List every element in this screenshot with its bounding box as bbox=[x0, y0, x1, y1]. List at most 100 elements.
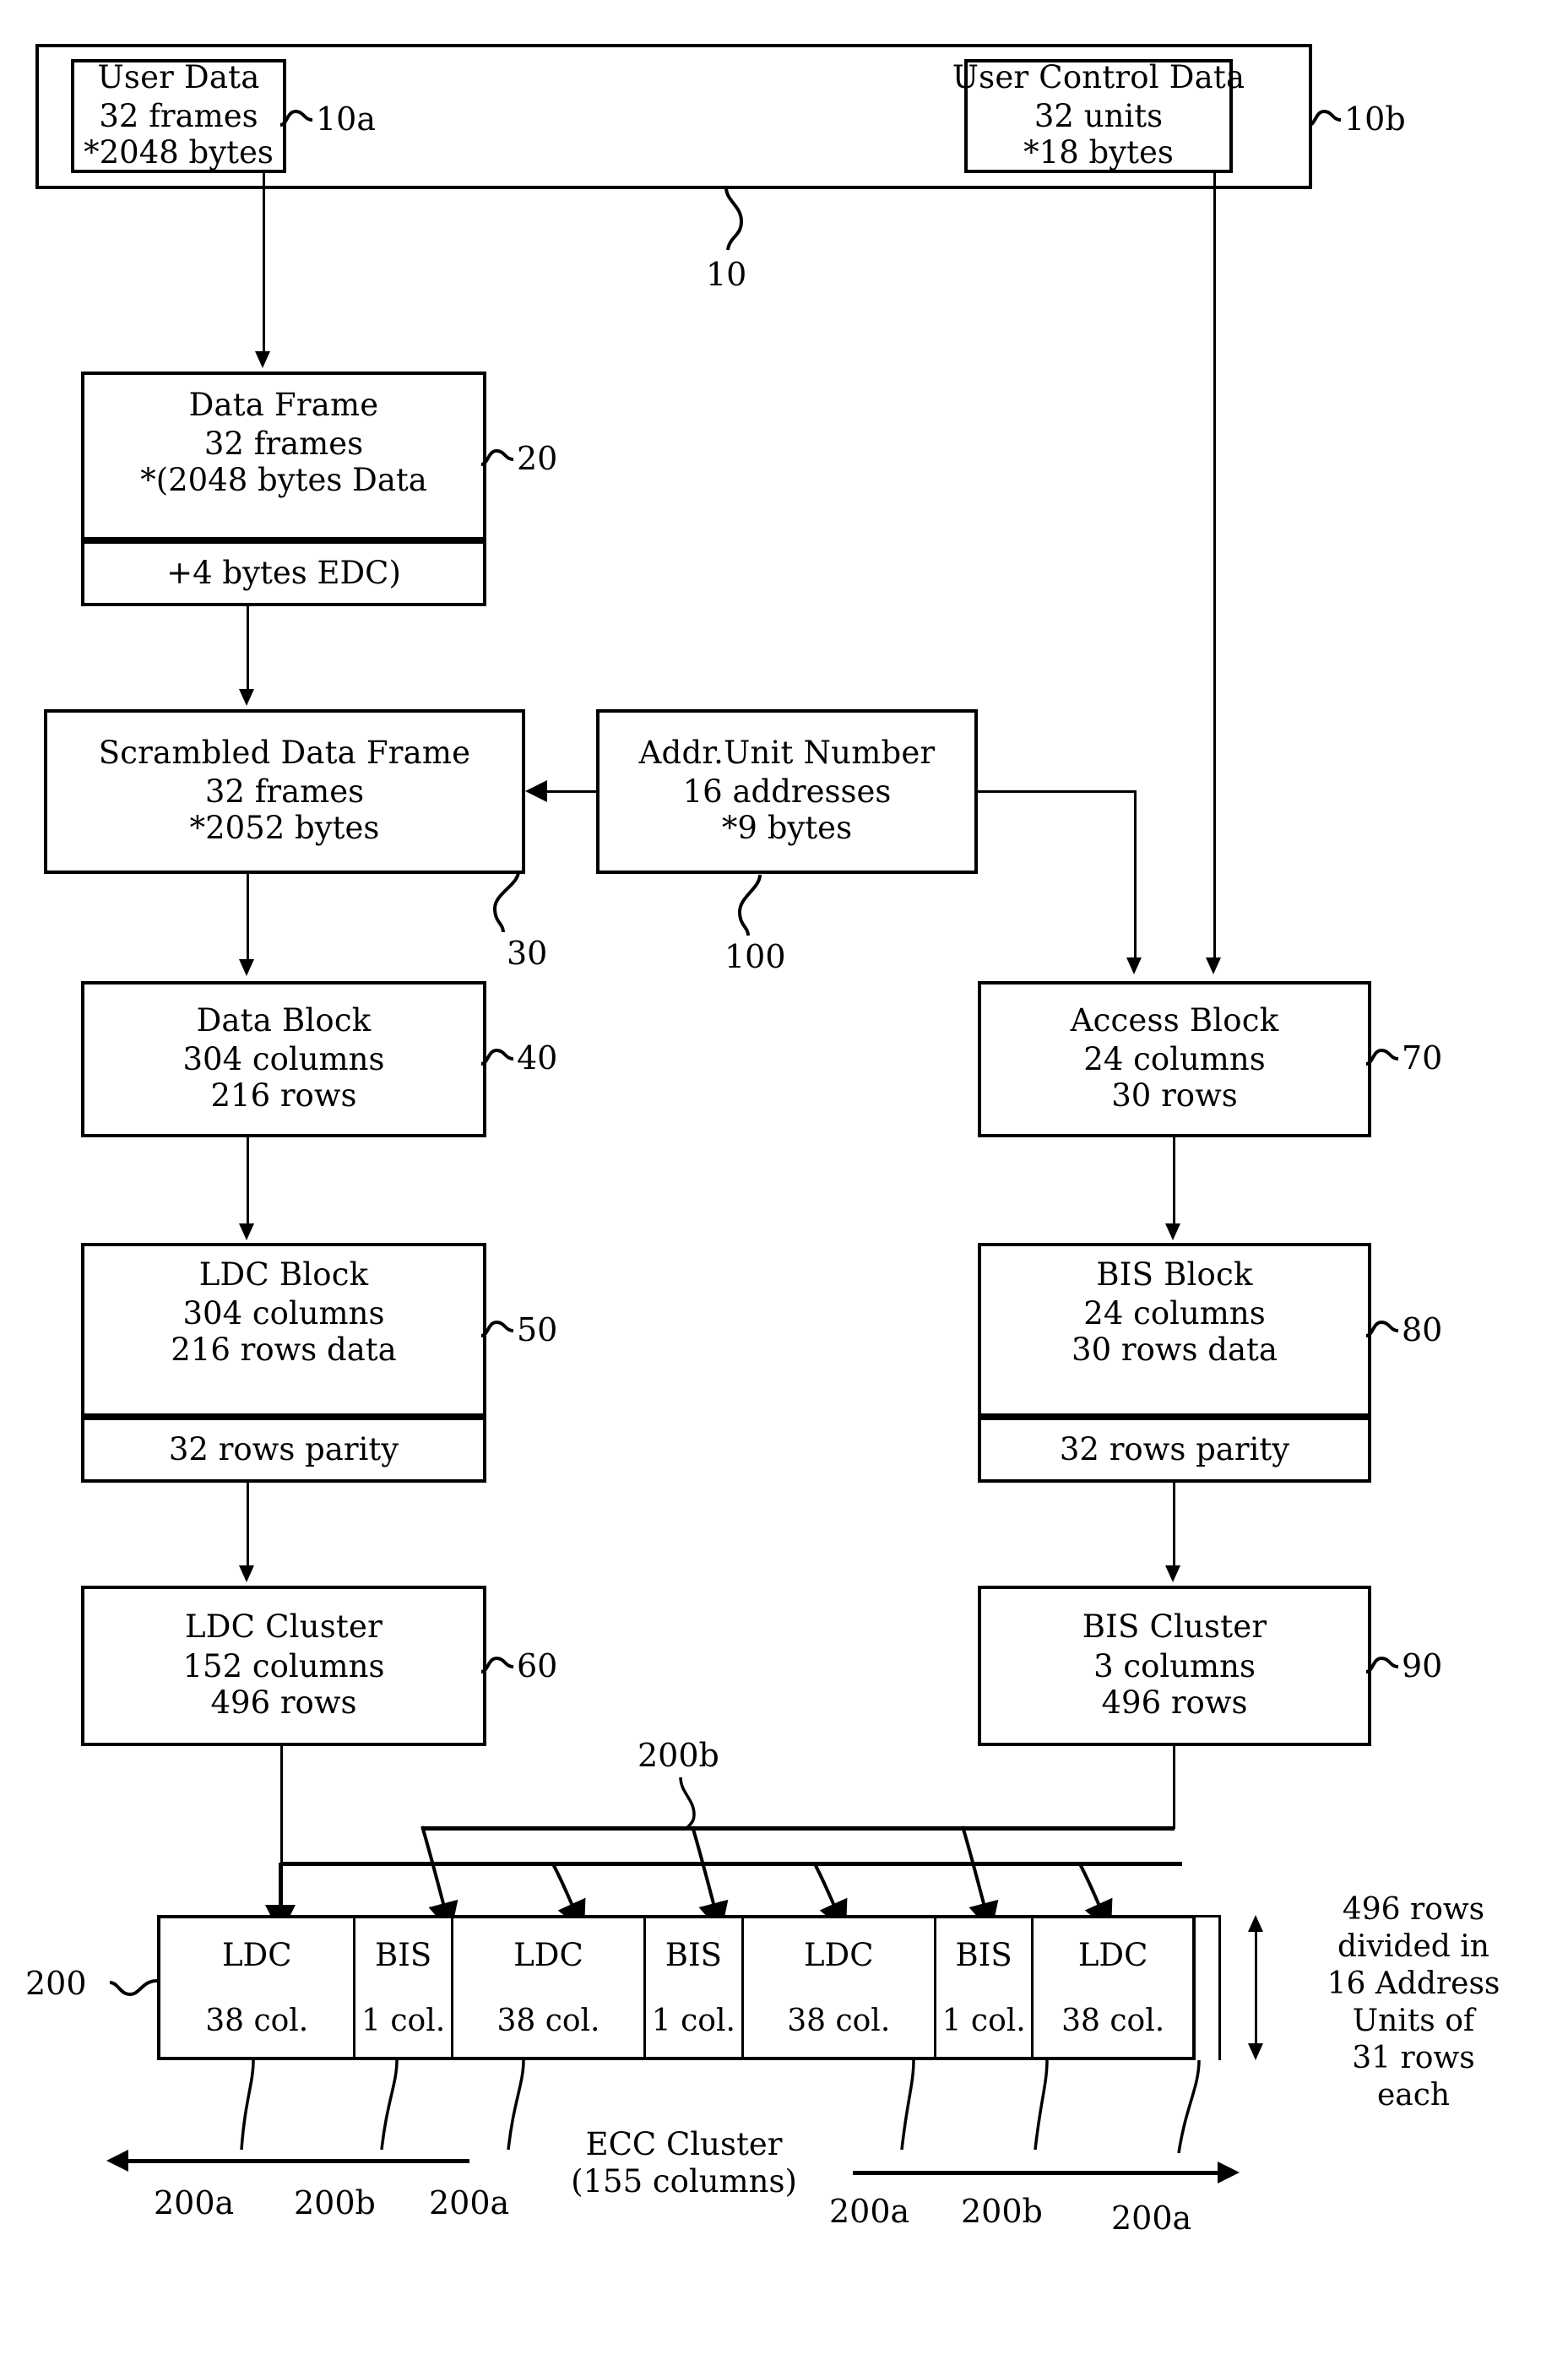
connector-access-bisblock bbox=[1173, 1137, 1175, 1225]
block-ldc-block-parity: 32 rows parity bbox=[81, 1417, 486, 1483]
leader-50 bbox=[480, 1320, 514, 1337]
ecc-cell-4: BIS 1 col. bbox=[643, 1918, 741, 2057]
leader-20 bbox=[480, 448, 514, 466]
block-bis-block-title: BIS Block bbox=[1096, 1256, 1253, 1293]
leader-200 bbox=[109, 1979, 158, 1997]
block-user-control-data: User Control Data 32 units *18 bytes bbox=[952, 59, 1245, 173]
connector-ldcblock-ldccluster bbox=[247, 1483, 249, 1567]
leader-10a bbox=[279, 109, 313, 127]
ecc-cell-2-size: 1 col. bbox=[361, 2004, 446, 2038]
block-bis-block-line1: 24 columns bbox=[1083, 1295, 1266, 1332]
ref-100: 100 bbox=[724, 938, 786, 975]
block-ldc-block-parity-text: 32 rows parity bbox=[168, 1430, 399, 1467]
connector-userdata-dataframe bbox=[263, 173, 265, 355]
block-scrambled-data-frame-line1: 32 frames bbox=[204, 773, 365, 811]
ecc-cell-1-size: 38 col. bbox=[205, 2004, 309, 2038]
block-data-block-title: Data Block bbox=[196, 1001, 372, 1039]
ref-200b-top: 200b bbox=[638, 1737, 719, 1774]
block-ldc-block-line1: 304 columns bbox=[182, 1295, 385, 1332]
leader-40 bbox=[480, 1048, 514, 1066]
leader-100 bbox=[737, 874, 762, 936]
connector-addr-down bbox=[1134, 790, 1137, 959]
block-addr-unit-number-title: Addr.Unit Number bbox=[638, 734, 936, 771]
ref-40: 40 bbox=[517, 1039, 558, 1077]
block-bis-cluster-title: BIS Cluster bbox=[1082, 1608, 1267, 1646]
ecc-cell-6-label: BIS bbox=[955, 1937, 1012, 1973]
rows-note-line4: Units of bbox=[1352, 2003, 1475, 2038]
ref-200a-2: 200a bbox=[429, 2184, 510, 2221]
ecc-cell-3-size: 38 col. bbox=[496, 2004, 600, 2038]
ref-10b: 10b bbox=[1344, 100, 1406, 138]
block-scrambled-data-frame-title: Scrambled Data Frame bbox=[98, 734, 471, 771]
note-bracket-top bbox=[1196, 1915, 1221, 1917]
arrowhead-datablock-in bbox=[239, 959, 254, 976]
block-user-data-line1: 32 frames bbox=[99, 98, 258, 135]
connector-addr-to-scrambled bbox=[547, 790, 598, 793]
rows-note-line3: 16 Address bbox=[1327, 1966, 1500, 2001]
ref-200: 200 bbox=[25, 1965, 87, 2002]
block-data-frame: Data Frame 32 frames *(2048 bytes Data bbox=[81, 372, 486, 540]
leader-30 bbox=[492, 871, 520, 933]
block-addr-unit-number: Addr.Unit Number 16 addresses *9 bytes bbox=[596, 709, 978, 874]
block-data-frame-edc-text: +4 bytes EDC) bbox=[166, 554, 401, 591]
ecc-cell-1: LDC 38 col. bbox=[160, 1918, 353, 2057]
block-bis-block: BIS Block 24 columns 30 rows data bbox=[978, 1243, 1371, 1417]
connector-addr-right bbox=[976, 790, 1137, 793]
leader-80 bbox=[1365, 1320, 1399, 1337]
ecc-cell-7-size: 38 col. bbox=[1061, 2004, 1165, 2038]
arrowhead-access-in-left bbox=[1126, 957, 1142, 974]
block-user-data-line2: *2048 bytes bbox=[84, 134, 274, 171]
block-access-block: Access Block 24 columns 30 rows bbox=[978, 981, 1371, 1137]
block-addr-unit-number-line1: 16 addresses bbox=[682, 773, 892, 811]
note-double-arrow-shaft bbox=[1255, 1929, 1257, 2048]
leader-10b bbox=[1308, 109, 1342, 127]
ecc-cluster-strip: LDC 38 col. BIS 1 col. LDC 38 col. BIS 1… bbox=[157, 1915, 1196, 2060]
block-ldc-block-line2: 216 rows data bbox=[171, 1332, 397, 1369]
block-ldc-block-title: LDC Block bbox=[198, 1256, 369, 1293]
leader-60 bbox=[480, 1656, 514, 1673]
ecc-cell-2-label: BIS bbox=[375, 1937, 432, 1973]
arrowhead-scrambled-side-in bbox=[525, 780, 547, 802]
note-arrow-up bbox=[1248, 1915, 1263, 1932]
block-user-control-data-line2: *18 bytes bbox=[1023, 134, 1174, 171]
ref-200b-2: 200b bbox=[961, 2193, 1043, 2230]
ref-30: 30 bbox=[507, 935, 548, 972]
block-access-block-line2: 30 rows bbox=[1111, 1077, 1238, 1115]
ref-20: 20 bbox=[517, 440, 558, 477]
ecc-cell-3-label: LDC bbox=[513, 1937, 583, 1973]
block-data-block-line1: 304 columns bbox=[182, 1041, 385, 1078]
connector-datablock-ldcblock bbox=[247, 1137, 249, 1225]
ecc-cell-7: LDC 38 col. bbox=[1031, 1918, 1192, 2057]
leader-10 bbox=[724, 187, 744, 251]
ecc-cell-4-size: 1 col. bbox=[651, 2004, 735, 2038]
leader-90 bbox=[1365, 1656, 1399, 1673]
ecc-cell-3: LDC 38 col. bbox=[450, 1918, 644, 2057]
ecc-bottom-leaders bbox=[240, 2059, 1201, 2154]
arrowhead-bisblock-in bbox=[1165, 1223, 1180, 1240]
block-bis-cluster-line1: 3 columns bbox=[1093, 1647, 1256, 1684]
block-data-frame-edc: +4 bytes EDC) bbox=[81, 540, 486, 606]
block-addr-unit-number-line2: *9 bytes bbox=[721, 810, 853, 847]
arrowhead-access-in-right bbox=[1206, 957, 1221, 974]
ecc-cell-5-size: 38 col. bbox=[787, 2004, 891, 2038]
block-scrambled-data-frame-line2: *2052 bytes bbox=[189, 810, 380, 847]
block-ldc-cluster: LDC Cluster 152 columns 496 rows bbox=[81, 1586, 486, 1746]
ref-80: 80 bbox=[1402, 1311, 1443, 1348]
connector-usercontrol-access bbox=[1213, 173, 1216, 958]
block-user-control-data-line1: 32 units bbox=[1034, 98, 1164, 135]
block-ldc-cluster-title: LDC Cluster bbox=[185, 1608, 383, 1646]
ecc-cell-4-label: BIS bbox=[665, 1937, 722, 1973]
arrowhead-dataframe-in bbox=[255, 351, 270, 368]
block-ldc-cluster-line2: 496 rows bbox=[210, 1684, 357, 1721]
block-data-block: Data Block 304 columns 216 rows bbox=[81, 981, 486, 1137]
arrowhead-ldccluster-in bbox=[239, 1565, 254, 1582]
arrowhead-ldcblock-in bbox=[239, 1223, 254, 1240]
ecc-cell-1-label: LDC bbox=[221, 1937, 292, 1973]
rows-note-line2: divided in bbox=[1337, 1928, 1489, 1964]
arrowhead-scrambled-in bbox=[239, 689, 254, 706]
block-user-data: User Data 32 frames *2048 bytes bbox=[71, 59, 286, 173]
block-data-frame-line1: 32 frames bbox=[203, 426, 364, 463]
ecc-cell-6-size: 1 col. bbox=[941, 2004, 1026, 2038]
block-access-block-line1: 24 columns bbox=[1083, 1041, 1266, 1078]
block-bis-block-line2: 30 rows data bbox=[1072, 1332, 1278, 1369]
